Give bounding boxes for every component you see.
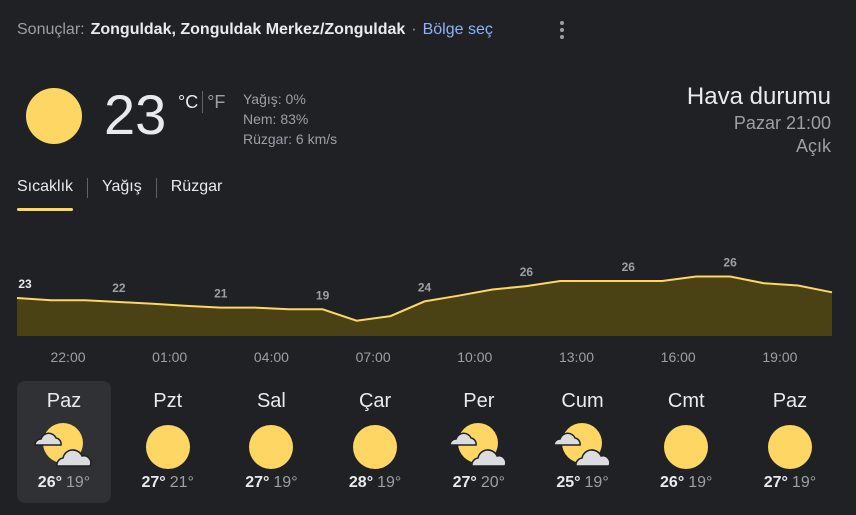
hour-tick-label: 22:00 xyxy=(50,349,86,365)
sunny-icon xyxy=(759,421,821,473)
partly-sunny-icon xyxy=(552,421,614,473)
day-temperatures: 26° 19° xyxy=(639,474,733,492)
unit-toggle: °C °F xyxy=(178,91,225,113)
temperature-label: 24 xyxy=(418,280,432,294)
choose-region-link[interactable]: Bölge seç xyxy=(423,21,493,39)
weather-details: Yağış: 0% Nem: 83% Rüzgar: 6 km/s xyxy=(243,89,337,149)
low-temperature: 19° xyxy=(791,474,817,491)
current-condition: Açık xyxy=(795,136,831,156)
partly-sunny-icon xyxy=(448,421,510,473)
temperature-label: 21 xyxy=(214,287,228,301)
celsius-button[interactable]: °C xyxy=(178,92,198,113)
more-vert-icon[interactable] xyxy=(554,19,570,41)
day-card[interactable]: Çar 28° 19° xyxy=(328,381,422,503)
partly-sunny-icon xyxy=(33,421,95,473)
temperature-label: 19 xyxy=(316,288,330,302)
day-name: Çar xyxy=(358,390,392,412)
sunny-icon xyxy=(344,421,406,473)
day-temperatures: 27° 19° xyxy=(743,474,837,492)
day-card[interactable]: Paz 26° 19° xyxy=(17,381,111,503)
day-card[interactable]: Cmt 26° 19° xyxy=(639,381,733,503)
weather-title: Hava durumu xyxy=(686,83,831,110)
day-name: Paz xyxy=(46,390,82,412)
day-card[interactable]: Sal 27° 19° xyxy=(224,381,318,503)
low-temperature: 19° xyxy=(688,474,713,491)
hour-tick-label: 01:00 xyxy=(152,349,188,365)
day-card[interactable]: Paz 27° 19° xyxy=(743,381,837,503)
wind-text: Rüzgar: 6 km/s xyxy=(243,131,338,147)
low-temperature: 19° xyxy=(377,474,402,491)
results-prefix: Sonuçlar: xyxy=(17,21,85,38)
tab-divider xyxy=(87,178,89,198)
hour-axis: 22:00 01:00 04:00 07:00 10:00 13:00 16:00 19:00 xyxy=(0,349,856,369)
day-name: Cmt xyxy=(667,390,705,412)
hour-tick-label: 19:00 xyxy=(762,349,798,365)
low-temperature: 19° xyxy=(584,474,609,491)
temperature-label: 26 xyxy=(622,260,636,274)
tab-divider xyxy=(155,178,157,198)
sunny-icon xyxy=(137,421,199,473)
temperature-label: 26 xyxy=(723,256,737,270)
current-temperature: 23 xyxy=(104,83,167,146)
precipitation-text: Yağış: 0% xyxy=(243,91,306,107)
high-temperature: 28° xyxy=(348,474,374,491)
high-temperature: 26° xyxy=(37,474,62,491)
low-temperature: 19° xyxy=(273,474,298,491)
high-temperature: 27° xyxy=(141,474,166,491)
tab-temperature[interactable]: Sıcaklık xyxy=(17,176,74,212)
hour-tick-label: 13:00 xyxy=(558,349,595,365)
low-temperature: 21° xyxy=(169,474,194,491)
daily-forecast: Paz 26° 19° Pzt 27° 21° Sal 27° 19° Çar 28° 19° Per 2… xyxy=(17,381,837,503)
day-name: Cum xyxy=(561,390,604,412)
day-card[interactable]: Per 27° 20° xyxy=(432,381,526,503)
day-temperatures: 27° 19° xyxy=(224,474,318,492)
high-temperature: 25° xyxy=(556,474,581,491)
day-name: Per xyxy=(463,390,495,412)
hour-tick-label: 10:00 xyxy=(457,349,493,365)
day-temperatures: 27° 20° xyxy=(432,474,526,492)
separator: · xyxy=(411,21,417,38)
current-datetime: Pazar 21:00 xyxy=(733,113,831,133)
low-temperature: 20° xyxy=(480,474,506,491)
sunny-icon xyxy=(240,421,302,473)
high-temperature: 26° xyxy=(660,474,685,491)
temperature-chart[interactable]: 23 22 21 19 24 26 26 26 xyxy=(0,250,856,340)
hour-tick-label: 04:00 xyxy=(253,349,289,365)
high-temperature: 27° xyxy=(763,474,788,491)
hour-tick-label: 07:00 xyxy=(355,349,391,365)
temperature-label: 22 xyxy=(112,281,126,295)
day-card[interactable]: Cum 25° 19° xyxy=(536,381,630,503)
day-name: Sal xyxy=(256,390,286,412)
sunny-icon xyxy=(26,88,82,144)
temperature-label: 23 xyxy=(18,277,32,291)
weather-heading: Hava durumu Pazar 21:00 Açık xyxy=(687,82,831,158)
low-temperature: 19° xyxy=(66,474,91,491)
day-temperatures: 27° 21° xyxy=(121,474,215,492)
high-temperature: 27° xyxy=(452,474,477,491)
hour-tick-label: 16:00 xyxy=(660,349,696,365)
search-results-header: Sonuçlar: Zonguldak, Zonguldak Merkez/Zo… xyxy=(17,19,493,41)
tab-precipitation[interactable]: Yağış xyxy=(102,176,142,212)
tab-wind[interactable]: Rüzgar xyxy=(171,176,223,212)
day-temperatures: 28° 19° xyxy=(328,474,422,492)
temperature-label: 26 xyxy=(520,265,534,279)
chart-tabs: Sıcaklık Yağış Rüzgar xyxy=(17,176,222,212)
day-temperatures: 25° 19° xyxy=(536,474,630,492)
sunny-icon xyxy=(655,421,717,473)
fahrenheit-button[interactable]: °F xyxy=(207,92,225,113)
high-temperature: 27° xyxy=(245,474,270,491)
day-card[interactable]: Pzt 27° 21° xyxy=(121,381,215,503)
unit-divider xyxy=(202,91,204,113)
day-name: Paz xyxy=(772,390,808,412)
day-name: Pzt xyxy=(153,390,183,412)
humidity-text: Nem: 83% xyxy=(243,111,309,127)
location-name: Zonguldak, Zonguldak Merkez/Zonguldak xyxy=(90,21,406,38)
day-temperatures: 26° 19° xyxy=(17,474,111,492)
